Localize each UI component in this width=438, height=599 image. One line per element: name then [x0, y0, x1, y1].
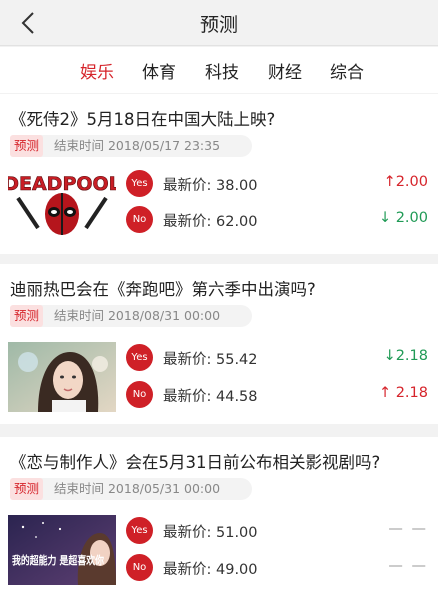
- latest-price: 最新价: 44.58: [163, 389, 258, 405]
- card-question[interactable]: 迪丽热巴会在《奔跑吧》第六季中出演吗?: [10, 276, 430, 300]
- deadpool-poster-image: DEADPOOL: [8, 166, 116, 236]
- poster-caption: 我的超能力 是超喜欢你: [12, 553, 104, 567]
- no-row: No 最新价: 62.00 ↓ 2.00: [126, 206, 432, 234]
- end-time: 结束时间 2018/08/31 00:00: [54, 308, 221, 323]
- portrait-photo-image: [8, 342, 116, 412]
- yes-row: Yes 最新价: 38.00 ↑2.00: [126, 170, 432, 198]
- prediction-badge: 预测: [10, 305, 44, 327]
- yes-button[interactable]: Yes: [126, 517, 153, 544]
- no-row: No 最新价: 44.58 ↑ 2.18: [126, 381, 432, 409]
- tab-entertainment[interactable]: 娱乐: [80, 58, 114, 83]
- prediction-badge: 预测: [10, 135, 44, 157]
- yes-button[interactable]: Yes: [126, 170, 153, 197]
- card-thumbnail[interactable]: 我的超能力 是超喜欢你: [8, 515, 116, 585]
- price-change: ↑2.00: [383, 174, 428, 190]
- no-button[interactable]: No: [126, 206, 153, 233]
- top-navbar: 预测: [0, 0, 438, 46]
- latest-price: 最新价: 62.00: [163, 214, 258, 230]
- card-thumbnail[interactable]: [8, 342, 116, 412]
- prediction-badge: 预测: [10, 478, 44, 500]
- end-time: 结束时间 2018/05/17 23:35: [54, 138, 221, 153]
- prediction-card[interactable]: 《恋与制作人》会在5月31日前公布相关影视剧吗? 预测 结束时间 2018/05…: [0, 437, 438, 599]
- card-meta: 预测 结束时间 2018/05/31 00:00: [10, 478, 252, 500]
- yes-row: Yes 最新价: 55.42 ↓2.18: [126, 344, 432, 372]
- price-change: — —: [388, 558, 428, 574]
- no-button[interactable]: No: [126, 381, 153, 408]
- tab-sports[interactable]: 体育: [142, 58, 176, 83]
- latest-price: 最新价: 38.00: [163, 178, 258, 194]
- card-meta: 预测 结束时间 2018/05/17 23:35: [10, 135, 252, 157]
- price-change: — —: [388, 521, 428, 537]
- latest-price: 最新价: 49.00: [163, 562, 258, 578]
- drama-poster-image: 我的超能力 是超喜欢你: [8, 515, 116, 585]
- page-title: 预测: [199, 14, 238, 36]
- yes-row: Yes 最新价: 51.00 — —: [126, 517, 432, 545]
- tab-finance[interactable]: 财经: [268, 58, 302, 83]
- latest-price: 最新价: 51.00: [163, 525, 258, 541]
- yes-button[interactable]: Yes: [126, 344, 153, 371]
- card-meta: 预测 结束时间 2018/08/31 00:00: [10, 305, 252, 327]
- price-change: ↑ 2.18: [378, 385, 428, 401]
- latest-price: 最新价: 55.42: [163, 352, 258, 368]
- card-question[interactable]: 《死侍2》5月18日在中国大陆上映?: [10, 106, 430, 130]
- prediction-card[interactable]: 《死侍2》5月18日在中国大陆上映? 预测 结束时间 2018/05/17 23…: [0, 94, 438, 254]
- end-time: 结束时间 2018/05/31 00:00: [54, 481, 221, 496]
- no-row: No 最新价: 49.00 — —: [126, 554, 432, 582]
- prediction-card[interactable]: 迪丽热巴会在《奔跑吧》第六季中出演吗? 预测 结束时间 2018/08/31 0…: [0, 264, 438, 424]
- tab-general[interactable]: 综合: [330, 58, 364, 83]
- price-change: ↓2.18: [383, 348, 428, 364]
- no-button[interactable]: No: [126, 554, 153, 581]
- card-question[interactable]: 《恋与制作人》会在5月31日前公布相关影视剧吗?: [10, 449, 430, 473]
- card-thumbnail[interactable]: DEADPOOL: [8, 166, 116, 236]
- poster-title: DEADPOOL: [8, 173, 116, 195]
- price-change: ↓ 2.00: [378, 210, 428, 226]
- tab-technology[interactable]: 科技: [205, 58, 239, 83]
- category-tabs: 娱乐 体育 科技 财经 综合: [0, 47, 438, 93]
